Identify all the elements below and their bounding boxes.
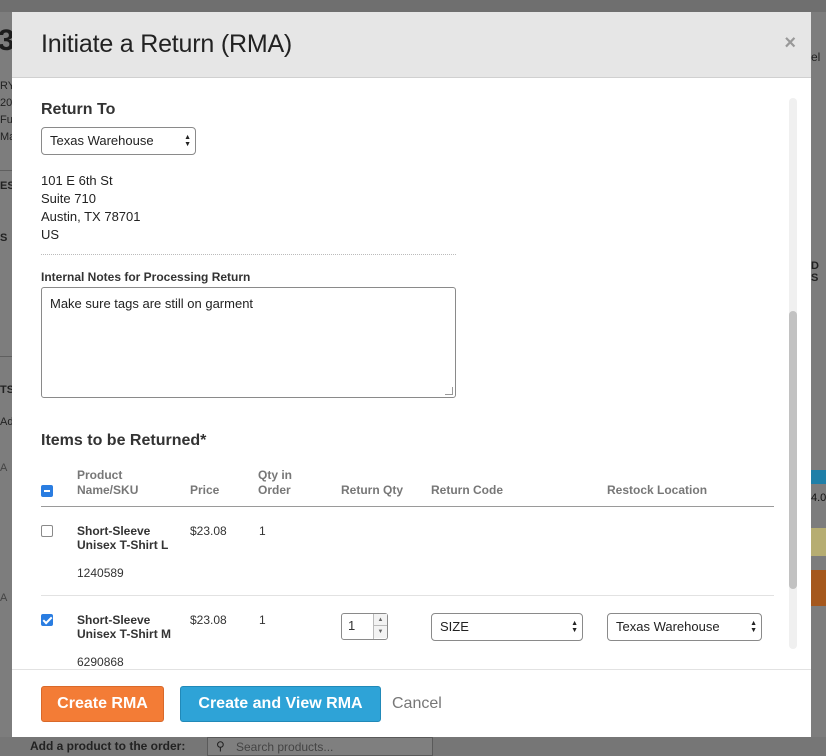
column-header-qty-in-order: Qty in Order bbox=[258, 468, 293, 497]
product-sku: 1240589 bbox=[77, 566, 124, 580]
address-line: Austin, TX 78701 bbox=[41, 209, 141, 224]
qty-in-order: 1 bbox=[259, 524, 266, 538]
modal-footer: Create RMA Create and View RMA Cancel bbox=[12, 669, 811, 737]
return-code-value: SIZE bbox=[440, 619, 469, 634]
background-text-fragment: A bbox=[0, 462, 8, 474]
modal-body: Return To Texas Warehouse ▲ ▼ 101 E 6th S… bbox=[12, 78, 811, 669]
cancel-link[interactable]: Cancel bbox=[392, 695, 442, 713]
qty-in-order: 1 bbox=[259, 613, 266, 627]
return-to-heading: Return To bbox=[41, 101, 116, 118]
background-text-fragment: el bbox=[811, 50, 821, 64]
chevron-down-icon[interactable]: ▼ bbox=[374, 626, 387, 638]
background-add-product-label: Add a product to the order: bbox=[30, 739, 186, 753]
modal-title: Initiate a Return (RMA) bbox=[41, 30, 293, 58]
address-line: 101 E 6th St bbox=[41, 173, 113, 188]
return-to-select[interactable]: Texas Warehouse ▲ ▼ bbox=[41, 127, 196, 155]
background-badge-fragment bbox=[811, 470, 826, 484]
background-text-fragment: S bbox=[0, 232, 8, 244]
stepper-buttons[interactable]: ▲ ▼ bbox=[373, 614, 387, 639]
select-arrows-icon: ▲ ▼ bbox=[184, 134, 191, 148]
product-name: Short-Sleeve Unisex T-Shirt L bbox=[77, 524, 169, 552]
product-name: Short-Sleeve Unisex T-Shirt M bbox=[77, 613, 172, 641]
items-heading: Items to be Returned* bbox=[41, 432, 207, 449]
address-line: US bbox=[41, 227, 60, 242]
column-header-product: Product Name/SKU bbox=[77, 468, 139, 497]
background-button-fragment bbox=[811, 570, 826, 606]
return-modal: Initiate a Return (RMA) × Return To Texa… bbox=[12, 12, 811, 737]
create-rma-button[interactable]: Create RMA bbox=[41, 686, 164, 722]
select-arrows-icon: ▲ ▼ bbox=[750, 620, 757, 634]
column-header-price: Price bbox=[190, 483, 220, 497]
row-checkbox[interactable] bbox=[41, 614, 53, 626]
product-sku: 6290868 bbox=[77, 655, 124, 669]
return-code-select[interactable]: SIZE ▲ ▼ bbox=[431, 613, 583, 641]
create-and-view-rma-button[interactable]: Create and View RMA bbox=[180, 686, 381, 722]
column-header-restock-location: Restock Location bbox=[607, 483, 708, 497]
section-divider bbox=[41, 254, 456, 255]
resize-handle-icon[interactable] bbox=[445, 387, 453, 395]
notes-textarea[interactable]: Make sure tags are still on garment bbox=[41, 287, 456, 398]
close-icon[interactable]: × bbox=[784, 33, 796, 53]
row-checkbox[interactable] bbox=[41, 525, 53, 537]
notes-label: Internal Notes for Processing Return bbox=[41, 270, 251, 284]
background-text-fragment: 4.0 bbox=[811, 492, 826, 504]
product-price: $23.08 bbox=[190, 613, 227, 627]
restock-location-select[interactable]: Texas Warehouse ▲ ▼ bbox=[607, 613, 762, 641]
modal-header: Initiate a Return (RMA) × bbox=[12, 12, 811, 78]
search-icon: ⚲ bbox=[216, 739, 225, 753]
return-qty-stepper[interactable]: 1 ▲ ▼ bbox=[341, 613, 388, 640]
background-text-fragment: D S bbox=[811, 260, 819, 284]
background-text-fragment: A bbox=[0, 592, 8, 604]
chevron-up-icon[interactable]: ▲ bbox=[374, 614, 387, 626]
background-search-input: ⚲ Search products... bbox=[207, 737, 433, 756]
select-all-checkbox[interactable] bbox=[41, 485, 53, 497]
table-header-divider bbox=[41, 506, 774, 507]
return-qty-value: 1 bbox=[348, 618, 356, 633]
column-header-return-code: Return Code bbox=[431, 483, 503, 497]
notes-text: Make sure tags are still on garment bbox=[50, 296, 254, 311]
row-divider bbox=[41, 595, 774, 596]
restock-location-value: Texas Warehouse bbox=[616, 619, 720, 634]
background-divider bbox=[0, 170, 12, 171]
product-price: $23.08 bbox=[190, 524, 227, 538]
background-search-placeholder: Search products... bbox=[236, 740, 334, 754]
select-arrows-icon: ▲ ▼ bbox=[571, 620, 578, 634]
scrollbar-thumb[interactable] bbox=[789, 311, 797, 589]
background-divider bbox=[0, 356, 12, 357]
address-line: Suite 710 bbox=[41, 191, 96, 206]
return-to-select-value: Texas Warehouse bbox=[50, 133, 154, 148]
background-badge-fragment bbox=[811, 528, 826, 556]
column-header-return-qty: Return Qty bbox=[341, 483, 404, 497]
background-top-strip bbox=[0, 0, 826, 12]
